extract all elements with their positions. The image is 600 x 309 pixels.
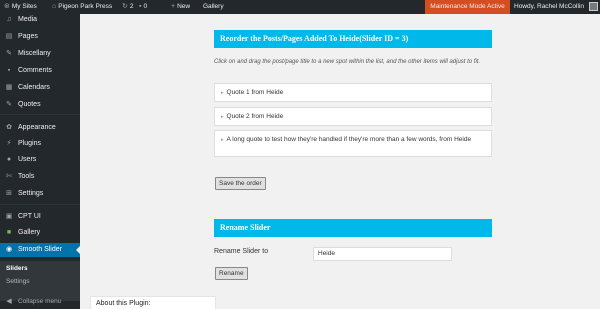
sidebar-item-media[interactable]: ♫ Media [0,13,80,27]
pin-icon: ✎ [6,101,12,108]
drag-handle-icon: ▸ [221,137,224,143]
users-icon: ● [6,156,12,163]
about-plugin-title: About this Plugin: [96,300,151,307]
updates-icon: ↻ [122,3,128,10]
comments-icon: ▪ [7,67,11,74]
site-name-link[interactable]: ⌂ Pigeon Park Press [52,0,112,14]
wordpress-logo-icon: ⊛ [4,3,10,10]
comment-bubble-icon: ▪ [139,3,142,10]
collapse-menu-button[interactable]: ◀ Collapse menu [0,295,80,309]
sidebar-item-appearance[interactable]: ✿ Appearance [0,121,80,135]
plugins-icon: ⚡ [6,140,12,147]
rename-button[interactable]: Rename [215,267,248,280]
comments-link[interactable]: ▪ 0 [139,0,147,14]
sortable-item[interactable]: ▸ Quote 2 from Heide [214,107,492,126]
drag-handle-icon: ▸ [221,90,224,96]
rename-section-title: Rename Slider [214,219,492,237]
admin-bar: ⊛ My Sites ⌂ Pigeon Park Press ↻ 2 ▪ 0 + New … [0,0,600,14]
pin-icon: ✎ [6,50,12,57]
sidebar-item-smooth-slider[interactable]: ◉ Smooth Slider [0,243,80,257]
rename-slider-label: Rename Slider to [214,248,269,255]
save-order-button[interactable]: Save the order [215,177,266,190]
collapse-icon: ◀ [6,298,12,305]
submenu-item-sliders[interactable]: Sliders [6,265,28,272]
admin-sidebar: ♫ Media ▤ Pages ✎ Miscellany ▪ Comments ▦ Cal… [0,14,80,309]
sidebar-item-pages[interactable]: ▤ Pages [0,30,80,44]
sidebar-item-tools[interactable]: ✄ Tools [0,170,80,184]
sortable-item[interactable]: ▸ A long quote to test how they're handle… [214,130,492,157]
sidebar-item-gallery[interactable]: ■ Gallery [0,226,80,240]
menu-separator [0,204,80,205]
plus-icon: + [171,3,176,10]
menu-separator [0,114,80,115]
sidebar-item-miscellany[interactable]: ✎ Miscellany [0,47,80,61]
cptui-icon: ▣ [5,213,13,220]
sidebar-item-comments[interactable]: ▪ Comments [0,64,80,78]
calendar-icon: ▦ [5,84,13,91]
current-menu-arrow [76,246,80,254]
appearance-icon: ✿ [6,124,12,131]
media-icon: ♫ [6,16,12,23]
reorder-section-title: Reorder the Posts/Pages Added To Heide(S… [214,30,492,48]
settings-icon: ⊞ [6,190,12,197]
smooth-slider-icon: ◉ [5,246,13,253]
sortable-item[interactable]: ▸ Quote 1 from Heide [214,83,492,102]
rename-slider-input[interactable]: Heide [313,247,452,261]
pages-icon: ▤ [5,33,13,40]
sidebar-item-users[interactable]: ● Users [0,153,80,167]
account-menu[interactable]: Howdy, Rachel McCollin [514,0,584,14]
new-content-link[interactable]: + New [171,0,190,14]
sidebar-item-cpt-ui[interactable]: ▣ CPT UI [0,210,80,224]
maintenance-mode-notice[interactable]: Maintenance Mode Active [425,0,510,14]
drag-handle-icon: ▸ [221,114,224,120]
sidebar-item-quotes[interactable]: ✎ Quotes [0,98,80,112]
my-sites-link[interactable]: ⊛ My Sites [4,0,37,14]
reorder-instructions: Click on and drag the post/page title to… [214,59,481,65]
submenu-item-settings[interactable]: Settings [6,278,30,285]
home-icon: ⌂ [52,3,57,10]
sidebar-item-plugins[interactable]: ⚡ Plugins [0,137,80,151]
gallery-icon: ■ [6,229,12,236]
updates-link[interactable]: ↻ 2 [122,0,134,14]
sidebar-item-calendars[interactable]: ▦ Calendars [0,81,80,95]
avatar[interactable] [589,2,598,11]
about-plugin-box: About this Plugin: [90,296,216,309]
sidebar-item-settings[interactable]: ⊞ Settings [0,187,80,201]
tools-icon: ✄ [6,173,12,180]
gallery-link[interactable]: Gallery [203,0,224,14]
